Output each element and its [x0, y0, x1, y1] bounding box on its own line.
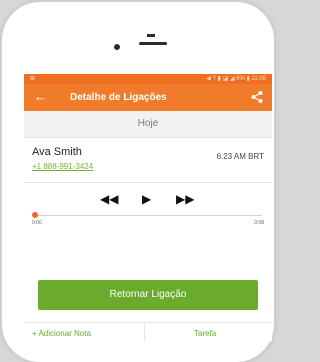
contact-info: Ava Smith +1 888-991-3424 6:23 AM BRT [24, 138, 272, 182]
status-bar: ⊠ ◀ ? ▮ ◪ ◢ 6% ▮ 11:06 [24, 74, 272, 84]
task-link[interactable]: Tarefa [194, 329, 216, 338]
rewind-icon[interactable]: ◀◀ [100, 193, 118, 205]
earpiece-speaker [139, 42, 167, 45]
progress-track[interactable] [34, 215, 262, 216]
share-icon[interactable] [250, 90, 264, 104]
page-title: Detalhe de Ligações [70, 92, 167, 103]
current-time: 0:00 [32, 220, 42, 226]
add-note-link[interactable]: + Adicionar Nota [32, 329, 91, 338]
playback-controls: ◀◀ ▶ ▶▶ [24, 183, 272, 213]
progress-knob[interactable] [32, 212, 38, 218]
play-icon[interactable]: ▶ [142, 193, 151, 205]
contact-phone-link[interactable]: +1 888-991-3424 [32, 162, 93, 171]
call-time: 6:23 AM BRT [216, 152, 264, 161]
contact-name: Ava Smith [32, 146, 82, 158]
callback-button[interactable]: Retornar Ligação [38, 280, 258, 310]
fast-forward-icon[interactable]: ▶▶ [176, 193, 194, 205]
bottom-actions: + Adicionar Nota Tarefa [24, 322, 272, 341]
total-duration: 0:08 [254, 220, 264, 226]
date-section-header: Hoje [24, 111, 272, 138]
app-screen: ⊠ ◀ ? ▮ ◪ ◢ 6% ▮ 11:06 ← Detalhe de Liga… [24, 74, 272, 341]
notification-icon: ⊠ [30, 76, 36, 82]
front-camera [114, 44, 120, 50]
status-indicators: ◀ ? ▮ ◪ ◢ 6% ▮ 11:06 [206, 76, 266, 82]
app-bar: ← Detalhe de Ligações [24, 84, 272, 111]
speaker-tick [147, 34, 155, 37]
back-arrow-icon[interactable]: ← [34, 89, 47, 105]
divider [144, 323, 145, 341]
audio-progress: 0:00 0:08 [24, 212, 272, 233]
